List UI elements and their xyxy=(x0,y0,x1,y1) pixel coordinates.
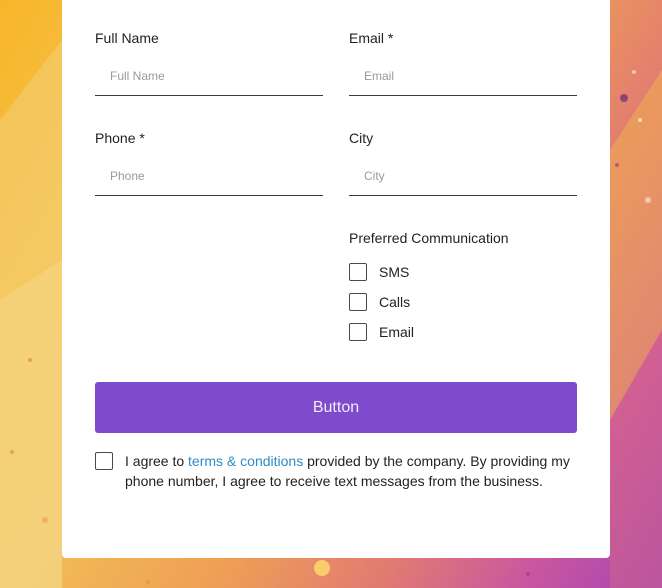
city-label: City xyxy=(349,130,374,146)
email-input[interactable] xyxy=(349,56,577,96)
city-input[interactable] xyxy=(349,156,577,196)
agreement-text: I agree to terms & conditions provided b… xyxy=(125,451,583,491)
email-option-label: Email xyxy=(379,324,415,340)
sms-checkbox[interactable] xyxy=(349,263,367,281)
contact-form-card: Full Name Email * Phone * City Preferred… xyxy=(62,0,610,558)
calls-checkbox[interactable] xyxy=(349,293,367,311)
full-name-input[interactable] xyxy=(95,56,323,96)
option-calls[interactable]: Calls xyxy=(349,292,410,312)
phone-input[interactable] xyxy=(95,156,323,196)
option-email[interactable]: Email xyxy=(349,322,414,342)
email-label: Email * xyxy=(349,30,394,46)
email-checkbox[interactable] xyxy=(349,323,367,341)
calls-label: Calls xyxy=(379,294,411,310)
terms-link[interactable]: terms & conditions xyxy=(188,453,303,469)
option-sms[interactable]: SMS xyxy=(349,262,409,282)
submit-button[interactable]: Button xyxy=(95,382,577,433)
sms-label: SMS xyxy=(379,264,410,280)
preferred-communication-title: Preferred Communication xyxy=(349,230,509,246)
agree-checkbox[interactable] xyxy=(95,452,113,470)
full-name-label: Full Name xyxy=(95,30,159,46)
agreement-prefix: I agree to xyxy=(125,453,189,469)
phone-label: Phone * xyxy=(95,130,145,146)
